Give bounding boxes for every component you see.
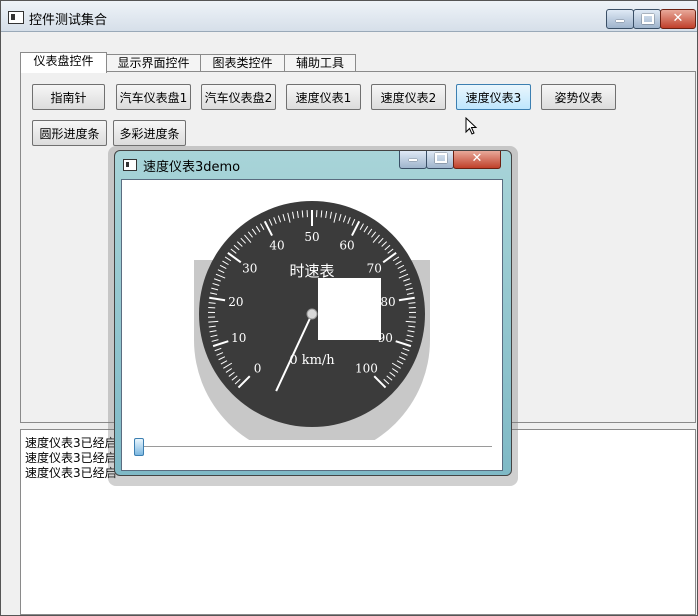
gauge-readout: 0 km/h	[289, 353, 335, 368]
demo-maximize-button[interactable]	[426, 151, 454, 169]
compass-button[interactable]: 指南针	[32, 84, 105, 110]
gauge-tick-label: 50	[304, 230, 319, 244]
gauge-tick-label: 20	[228, 295, 243, 309]
tab-chart-controls[interactable]: 图表类控件	[200, 54, 285, 72]
speed-slider-thumb[interactable]	[134, 438, 144, 456]
gauge-tick-label: 0	[254, 361, 262, 375]
gauge-tick-label: 30	[242, 262, 257, 276]
minimize-icon	[616, 20, 624, 22]
gauge-tick-label: 10	[231, 331, 246, 345]
demo-window: 速度仪表3demo ✕ 0 10 20 30 40 50 60 70 80 90 100 时速表 0…	[114, 150, 512, 476]
window-title: 控件测试集合	[29, 13, 108, 28]
gauge-tick-label: 70	[367, 262, 382, 276]
gauge-tick-label: 40	[269, 238, 284, 252]
maximize-button[interactable]	[633, 9, 661, 29]
speed-slider-track[interactable]	[138, 446, 492, 447]
gauge-label: 时速表	[289, 262, 334, 280]
demo-window-title[interactable]: 速度仪表3demo	[143, 156, 240, 175]
minimize-icon	[409, 159, 417, 161]
minimize-button[interactable]	[606, 9, 634, 29]
gauge-minor-tick	[301, 210, 304, 218]
gauge-tick-label: 100	[355, 361, 378, 375]
tab-utilities[interactable]: 辅助工具	[284, 54, 356, 72]
close-button[interactable]: ✕	[660, 9, 696, 29]
attitude-gauge-button[interactable]: 姿势仪表	[541, 84, 616, 110]
tab-gauge-controls[interactable]: 仪表盘控件	[20, 52, 107, 73]
gauge-overlay-box	[318, 278, 381, 340]
demo-client-area: 0 10 20 30 40 50 60 70 80 90 100 时速表 0 km/h	[121, 179, 503, 471]
demo-close-button[interactable]: ✕	[453, 151, 501, 169]
title-bar[interactable]: 控件测试集合 ✕	[1, 1, 697, 32]
close-icon: ✕	[672, 11, 684, 26]
speed-gauge-3-button[interactable]: 速度仪表3	[456, 84, 531, 110]
circular-progress-button[interactable]: 圆形进度条	[32, 120, 107, 146]
gauge-tick-label: 60	[339, 238, 354, 252]
speed-gauge-2-button[interactable]: 速度仪表2	[371, 84, 446, 110]
speed-gauge-1-button[interactable]: 速度仪表1	[286, 84, 361, 110]
mouse-pointer-icon	[465, 117, 478, 135]
maximize-icon	[642, 14, 654, 24]
log-line: 速度仪表3已经启	[25, 466, 117, 480]
colorful-progress-button[interactable]: 多彩进度条	[113, 120, 186, 146]
car-dashboard-1-button[interactable]: 汽车仪表盘1	[116, 84, 191, 110]
app-window-icon	[8, 11, 24, 24]
demo-window-icon	[123, 159, 137, 171]
maximize-icon	[435, 153, 447, 163]
close-icon: ✕	[471, 151, 483, 166]
gauge-hub	[306, 308, 318, 320]
gauge-minor-tick	[320, 210, 323, 218]
speed-gauge: 0102030405060708090100 时速表 0 km/h	[194, 201, 430, 440]
gauge-tick-label: 80	[380, 295, 395, 309]
car-dashboard-2-button[interactable]: 汽车仪表盘2	[201, 84, 276, 110]
tab-display-controls[interactable]: 显示界面控件	[106, 54, 201, 72]
demo-minimize-button[interactable]	[399, 151, 427, 169]
